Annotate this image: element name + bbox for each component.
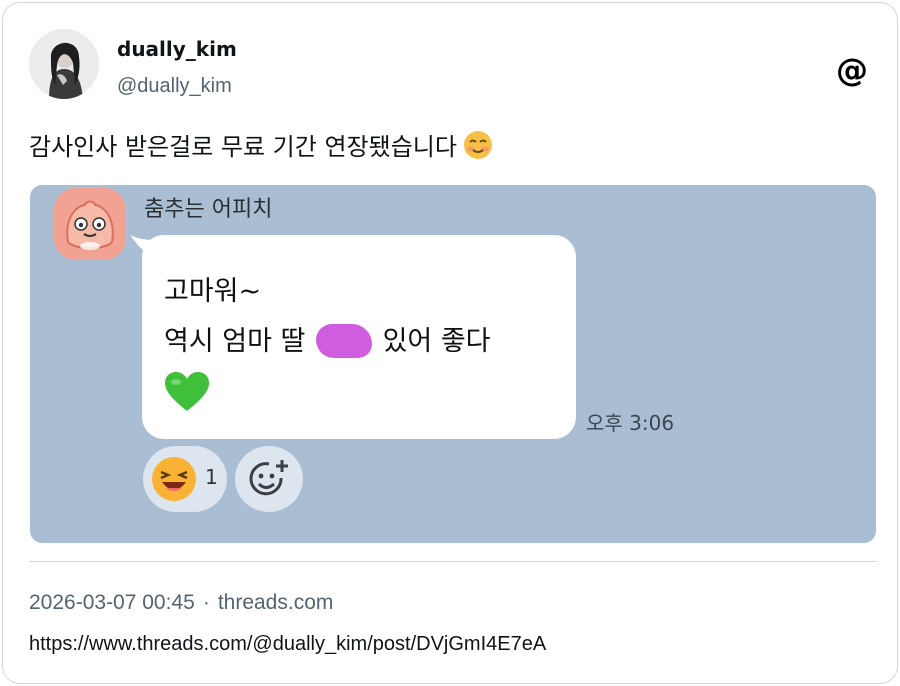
avatar[interactable]: [29, 29, 99, 99]
redaction-scribble: [315, 323, 372, 358]
post-text: 감사인사 받은걸로 무료 기간 연장됐습니다: [29, 127, 493, 162]
chat-screenshot: 춤추는 어피치 고마워~ 역시 엄마 딸 있어 좋다 오후 3:06 1: [30, 185, 876, 543]
post-card: dually_kim @dually_kim @ 감사인사 받은걸로 무료 기간…: [2, 2, 898, 684]
reaction-pill[interactable]: 1: [143, 446, 227, 512]
green-heart-icon: [165, 372, 209, 411]
profile-photo: [29, 29, 99, 99]
source-link[interactable]: threads.com: [218, 591, 334, 614]
message-line-2-start: 역시 엄마 딸: [164, 326, 306, 357]
post-url[interactable]: https://www.threads.com/@dually_kim/post…: [29, 633, 546, 656]
smiling-face-icon: [463, 130, 492, 159]
message-bubble[interactable]: 고마워~ 역시 엄마 딸 있어 좋다: [142, 235, 576, 439]
post-text-content: 감사인사 받은걸로 무료 기간 연장됐습니다: [29, 133, 457, 161]
add-emoji-icon: [249, 460, 288, 496]
divider: [29, 561, 877, 562]
message-line-1: 고마워~: [164, 276, 262, 307]
add-reaction-button[interactable]: [235, 446, 303, 512]
laughing-face-icon: [152, 457, 196, 501]
message-line-2: 역시 엄마 딸 있어 좋다: [164, 319, 491, 360]
message-time: 오후 3:06: [586, 411, 675, 435]
reaction-count: 1: [205, 465, 218, 489]
display-name[interactable]: dually_kim: [117, 37, 237, 61]
threads-logo-icon[interactable]: @: [835, 53, 869, 87]
apeach-avatar-icon: [54, 188, 126, 260]
message-line-2-end: 있어 좋다: [382, 326, 491, 357]
post-timestamp: 2026-03-07 00:45: [29, 591, 195, 614]
handle[interactable]: @dually_kim: [117, 75, 232, 98]
post-meta: 2026-03-07 00:45 · threads.com: [29, 591, 333, 615]
sender-name: 춤추는 어피치: [144, 197, 273, 222]
meta-separator: ·: [202, 591, 210, 614]
